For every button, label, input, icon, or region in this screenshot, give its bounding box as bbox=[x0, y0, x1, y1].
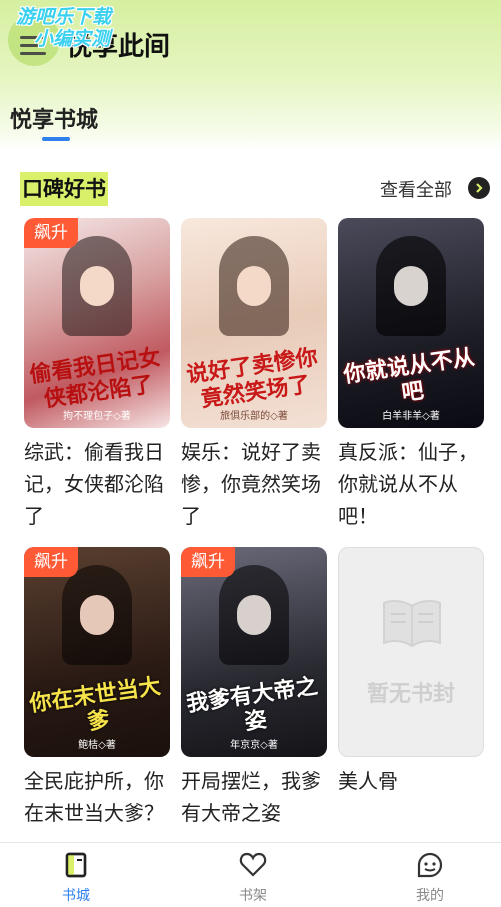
book-title[interactable]: 综武：偷看我日记，女侠都沦陷了 bbox=[24, 436, 170, 532]
rising-badge: 飙升 bbox=[181, 547, 235, 577]
bookstore-icon bbox=[65, 852, 87, 878]
book-cover[interactable]: 偷看我日记女侠都沦陷了 拘不理包子◇著 飙升 bbox=[24, 218, 170, 428]
watermark: 游吧乐下载 小编实测 bbox=[16, 6, 112, 50]
book-icon bbox=[383, 600, 441, 648]
see-all-link[interactable]: 查看全部 bbox=[380, 176, 452, 202]
chevron-right-icon[interactable] bbox=[468, 177, 490, 199]
rising-badge: 飙升 bbox=[24, 547, 78, 577]
nav-bookshelf[interactable]: 书架 bbox=[193, 843, 313, 907]
book-title[interactable]: 全民庇护所，你在末世当大爹？ bbox=[24, 765, 170, 829]
book-cover[interactable]: 我爹有大帝之姿 年京京◇著 飙升 bbox=[181, 547, 327, 757]
profile-icon bbox=[417, 852, 443, 878]
section-title: 口碑好书 bbox=[20, 172, 108, 206]
book-title[interactable]: 真反派：仙子，你就说从不从吧！ bbox=[338, 436, 484, 532]
book-title[interactable]: 娱乐：说好了卖惨，你竟然笑场了 bbox=[181, 436, 327, 532]
tab-indicator bbox=[42, 137, 70, 141]
book-title[interactable]: 美人骨 bbox=[338, 765, 484, 797]
rising-badge: 飙升 bbox=[24, 218, 78, 248]
book-cover[interactable]: 说好了卖惨你竟然笑场了 旅俱乐部的◇著 bbox=[181, 218, 327, 428]
book-title[interactable]: 开局摆烂，我爹有大帝之姿 bbox=[181, 765, 327, 829]
tab-bookstore[interactable]: 悦享书城 bbox=[10, 102, 98, 134]
book-cover[interactable]: 你就说从不从吧 白羊非羊◇著 bbox=[338, 218, 484, 428]
book-cover[interactable]: 你在末世当大爹 鲍桔◇著 飙升 bbox=[24, 547, 170, 757]
bottom-nav: 书城 书架 我的 bbox=[0, 842, 501, 907]
nav-profile[interactable]: 我的 bbox=[370, 843, 490, 907]
nav-bookstore[interactable]: 书城 bbox=[16, 843, 136, 907]
book-cover-placeholder[interactable]: 暂无书封 bbox=[338, 547, 484, 757]
heart-icon bbox=[239, 852, 267, 877]
